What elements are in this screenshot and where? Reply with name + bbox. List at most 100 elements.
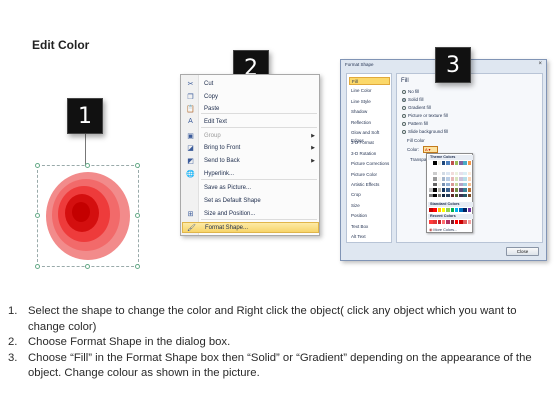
theme-color-swatch[interactable] <box>446 182 450 186</box>
nav-item[interactable]: Crop <box>349 191 390 199</box>
recent-color-swatch[interactable] <box>450 220 454 224</box>
radio-dot[interactable] <box>402 97 406 102</box>
theme-color-swatch[interactable] <box>450 193 454 197</box>
recent-color-swatch[interactable] <box>446 220 450 224</box>
theme-color-swatch[interactable] <box>454 188 459 192</box>
theme-color-swatch[interactable] <box>446 161 450 165</box>
theme-color-swatch[interactable] <box>429 182 433 186</box>
menu-item[interactable]: 🖌 Format Shape... <box>182 222 319 233</box>
theme-color-swatch[interactable] <box>450 171 454 175</box>
selection-handle[interactable] <box>135 213 140 218</box>
nav-item[interactable]: Size <box>349 202 390 210</box>
nav-item[interactable]: Picture Color <box>349 171 390 179</box>
theme-color-swatch[interactable] <box>463 171 467 175</box>
theme-color-swatch[interactable] <box>459 161 463 165</box>
fill-color-dropdown[interactable]: A ▾ <box>423 146 438 153</box>
theme-color-swatch[interactable] <box>429 161 433 165</box>
standard-color-swatch[interactable] <box>459 208 463 212</box>
theme-color-swatch[interactable] <box>467 171 472 175</box>
radio-dot[interactable] <box>402 105 406 110</box>
standard-color-swatch[interactable] <box>463 208 467 212</box>
standard-color-swatch[interactable] <box>454 208 459 212</box>
nav-item[interactable]: Fill <box>349 77 390 85</box>
fill-option-radio[interactable]: Gradient fill <box>402 105 431 110</box>
theme-color-swatch[interactable] <box>450 188 454 192</box>
recent-color-swatch[interactable] <box>459 220 463 224</box>
nav-item[interactable]: Reflection <box>349 119 390 127</box>
theme-color-swatch[interactable] <box>467 177 472 181</box>
selection-handle[interactable] <box>85 163 90 168</box>
recent-color-swatch[interactable] <box>433 220 437 224</box>
theme-color-swatch[interactable] <box>433 171 437 175</box>
theme-color-swatch[interactable] <box>441 161 446 165</box>
nav-item[interactable]: 3-D Format <box>349 139 390 147</box>
fill-option-radio[interactable]: Solid fill <box>402 97 424 102</box>
nav-item[interactable]: Position <box>349 212 390 220</box>
radio-dot[interactable] <box>402 121 406 126</box>
menu-item[interactable]: ❐ Copy <box>182 91 319 102</box>
theme-color-swatch[interactable] <box>433 188 437 192</box>
standard-color-swatch[interactable] <box>429 208 433 212</box>
theme-color-swatch[interactable] <box>467 188 472 192</box>
menu-item[interactable]: A Edit Text <box>182 116 319 127</box>
fill-option-radio[interactable]: Picture or texture fill <box>402 113 448 118</box>
theme-color-swatch[interactable] <box>463 182 467 186</box>
recent-color-swatch[interactable] <box>454 220 459 224</box>
theme-color-swatch[interactable] <box>429 188 433 192</box>
theme-color-swatch[interactable] <box>437 193 442 197</box>
theme-color-swatch[interactable] <box>446 177 450 181</box>
theme-color-swatch[interactable] <box>437 177 442 181</box>
theme-color-swatch[interactable] <box>429 177 433 181</box>
red-target-shape[interactable] <box>42 170 134 262</box>
theme-color-swatch[interactable] <box>463 161 467 165</box>
radio-dot[interactable] <box>402 89 406 94</box>
recent-color-swatch[interactable] <box>429 220 433 224</box>
menu-item[interactable]: ◪ Bring to Front ▶ <box>182 142 319 153</box>
radio-dot[interactable] <box>402 113 406 118</box>
theme-color-swatch[interactable] <box>441 171 446 175</box>
menu-item[interactable]: Set as Default Shape <box>182 195 319 206</box>
theme-color-swatch[interactable] <box>441 177 446 181</box>
theme-color-swatch[interactable] <box>450 182 454 186</box>
theme-color-swatch[interactable] <box>441 193 446 197</box>
theme-color-swatch[interactable] <box>459 188 463 192</box>
standard-color-swatch[interactable] <box>450 208 454 212</box>
close-button[interactable]: Close <box>506 247 539 256</box>
theme-color-swatch[interactable] <box>437 171 442 175</box>
theme-color-swatch[interactable] <box>467 161 472 165</box>
nav-item[interactable]: Glow and Soft Edges <box>349 129 390 143</box>
menu-item[interactable]: 🌐 Hyperlink... <box>182 168 319 179</box>
selection-handle[interactable] <box>135 163 140 168</box>
close-icon[interactable]: × <box>538 61 542 67</box>
theme-color-swatch[interactable] <box>433 193 437 197</box>
theme-color-swatch[interactable] <box>454 171 459 175</box>
nav-item[interactable]: Artistic Effects <box>349 181 390 189</box>
theme-color-swatch[interactable] <box>441 182 446 186</box>
standard-color-swatch[interactable] <box>467 208 472 212</box>
theme-color-swatch[interactable] <box>459 182 463 186</box>
selection-handle[interactable] <box>35 163 40 168</box>
recent-color-swatch[interactable] <box>441 220 446 224</box>
theme-color-swatch[interactable] <box>450 161 454 165</box>
theme-color-swatch[interactable] <box>437 188 442 192</box>
theme-color-swatch[interactable] <box>454 182 459 186</box>
standard-color-swatch[interactable] <box>433 208 437 212</box>
theme-color-swatch[interactable] <box>446 188 450 192</box>
selection-handle[interactable] <box>35 264 40 269</box>
fill-option-radio[interactable]: No fill <box>402 89 419 94</box>
theme-color-swatch[interactable] <box>463 188 467 192</box>
theme-color-swatch[interactable] <box>459 177 463 181</box>
menu-item[interactable]: ⊞ Size and Position... <box>182 208 319 219</box>
recent-color-swatch[interactable] <box>467 220 472 224</box>
fill-option-radio[interactable]: Slide background fill <box>402 129 448 134</box>
more-colors-link[interactable]: ◉ More Colors... <box>429 227 457 232</box>
theme-color-swatch[interactable] <box>429 193 433 197</box>
nav-item[interactable]: Alt Text <box>349 233 390 241</box>
theme-color-swatch[interactable] <box>467 193 472 197</box>
theme-color-swatch[interactable] <box>441 188 446 192</box>
nav-item[interactable]: Shadow <box>349 108 390 116</box>
fill-option-radio[interactable]: Pattern fill <box>402 121 428 126</box>
theme-color-swatch[interactable] <box>463 177 467 181</box>
theme-color-swatch[interactable] <box>429 171 433 175</box>
radio-dot[interactable] <box>402 129 406 134</box>
